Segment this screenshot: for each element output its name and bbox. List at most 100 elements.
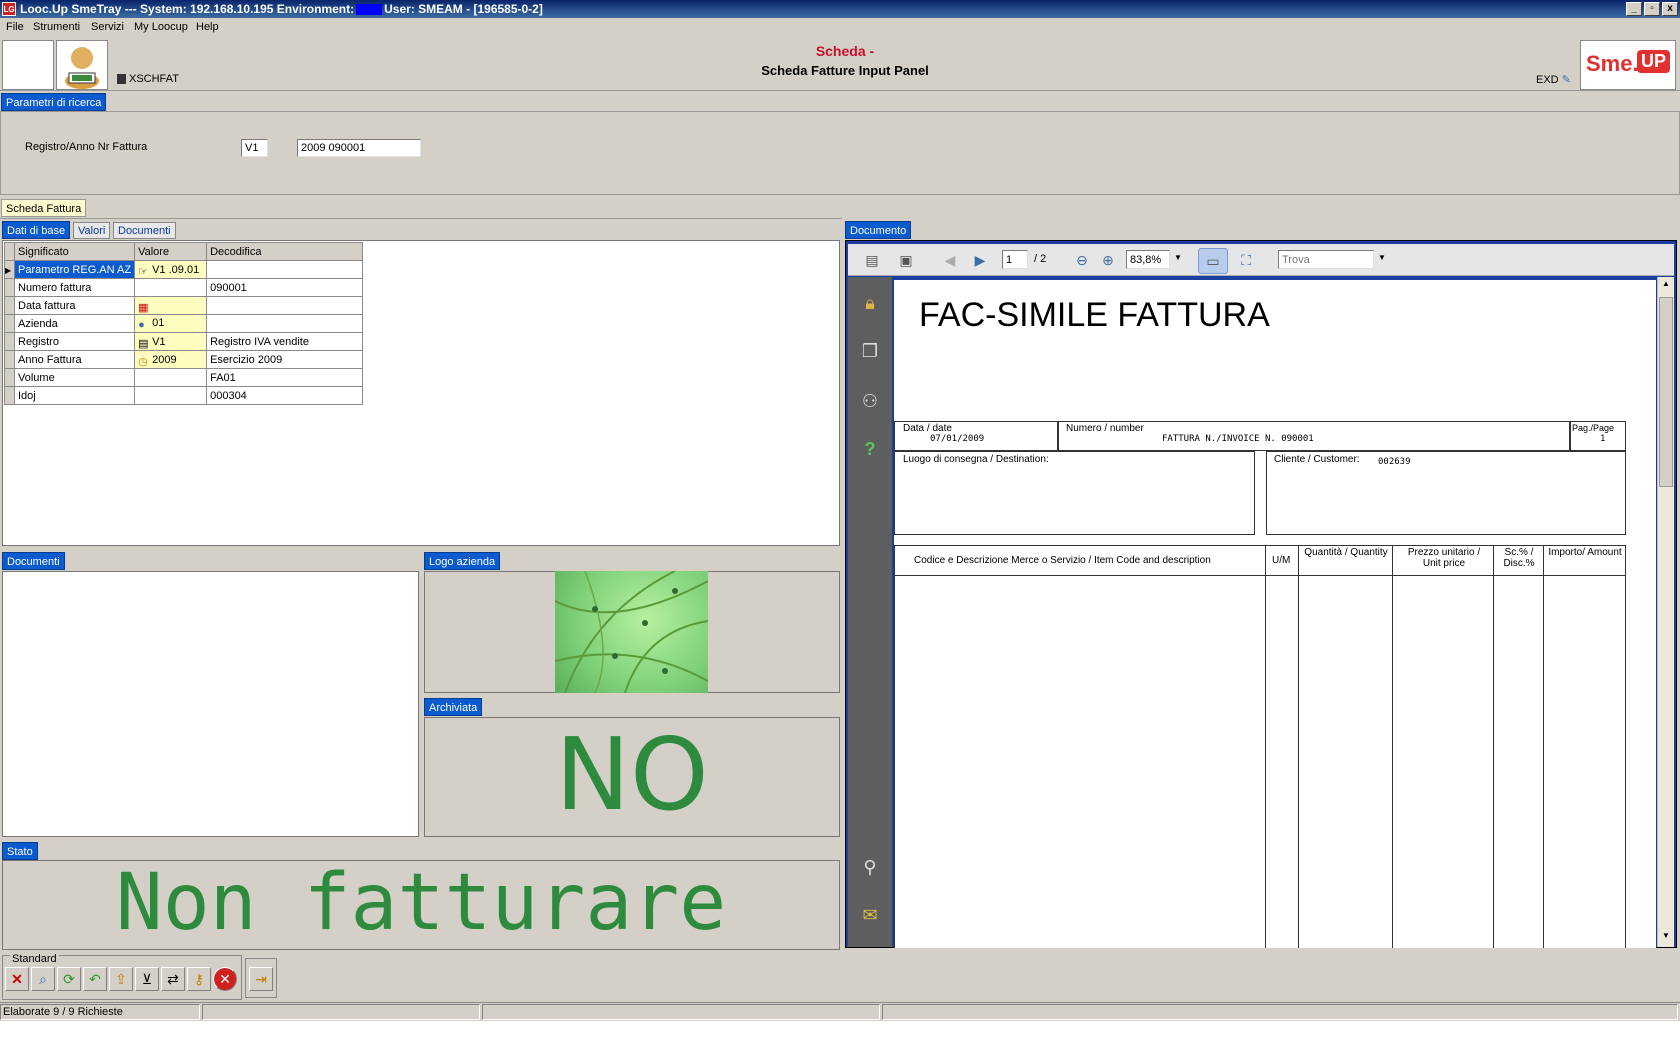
cell-valore[interactable]: ☞ V1 .09.01: [134, 260, 208, 279]
zoom-in-icon[interactable]: ⊕: [1098, 250, 1118, 270]
cell-decodifica[interactable]: [206, 260, 364, 279]
fit-page-icon[interactable]: ⛶: [1236, 250, 1256, 270]
menu-file[interactable]: File: [6, 21, 24, 33]
col-um: U/M: [1272, 555, 1291, 566]
row-selector[interactable]: [4, 386, 15, 405]
transfer-icon[interactable]: ⇄: [161, 967, 185, 991]
viewer-scrollbar[interactable]: ▲ ▼: [1657, 277, 1674, 947]
row-selector[interactable]: [4, 314, 15, 333]
cell-valore[interactable]: ● 01: [134, 314, 208, 333]
maximize-button[interactable]: ▫: [1644, 2, 1660, 16]
scroll-thumb[interactable]: [1659, 297, 1673, 487]
row-selector[interactable]: [4, 278, 15, 297]
date-value: 07/01/2009: [930, 434, 985, 444]
exd-icon[interactable]: ✎: [1562, 74, 1571, 86]
zoom-dropdown-icon[interactable]: ▼: [1174, 253, 1182, 262]
exit-icon[interactable]: ⇥: [249, 967, 273, 991]
subtab-documenti[interactable]: Documenti: [113, 222, 176, 239]
cell-significato[interactable]: Azienda: [13, 314, 136, 333]
menu-servizi[interactable]: Servizi: [91, 21, 124, 33]
table-row[interactable]: Anno Fattura ◷ 2009 Esercizio 2009: [4, 350, 364, 369]
cell-significato[interactable]: Volume: [13, 368, 136, 387]
cell-significato[interactable]: Idoj: [13, 386, 136, 405]
zoom-input[interactable]: [1126, 250, 1170, 269]
table-row[interactable]: Volume FA01: [4, 368, 364, 387]
tab-documento[interactable]: Documento: [845, 221, 912, 239]
cell-significato[interactable]: Numero fattura: [13, 278, 136, 297]
table-row[interactable]: ▶ Parametro REG.AN AZ ☞ V1 .09.01: [4, 260, 364, 279]
cell-valore[interactable]: [134, 386, 208, 405]
cell-valore[interactable]: ◷ 2009: [134, 350, 208, 369]
tab-archiviata[interactable]: Archiviata: [424, 698, 483, 716]
cell-decodifica[interactable]: Registro IVA vendite: [206, 332, 364, 351]
cell-valore[interactable]: ▦: [134, 296, 208, 315]
cell-significato[interactable]: Anno Fattura: [13, 350, 136, 369]
row-selector[interactable]: [4, 368, 15, 387]
subtab-valori[interactable]: Valori: [73, 222, 111, 239]
cell-decodifica[interactable]: [206, 296, 364, 315]
print-icon[interactable]: ▤: [862, 250, 882, 270]
menu-strumenti[interactable]: Strumenti: [33, 21, 80, 33]
row-selector[interactable]: [4, 332, 15, 351]
comments-icon[interactable]: ✉: [858, 903, 882, 927]
save-icon[interactable]: ▣: [896, 250, 916, 270]
back-icon[interactable]: ↶: [83, 967, 107, 991]
pages-icon[interactable]: ❐: [858, 339, 882, 363]
row-selector[interactable]: [4, 350, 15, 369]
fit-width-icon[interactable]: ▭: [1198, 248, 1228, 274]
cell-significato[interactable]: Parametro REG.AN AZ: [13, 260, 136, 279]
cell-decodifica[interactable]: FA01: [206, 368, 364, 387]
cell-significato[interactable]: Data fattura: [13, 296, 136, 315]
menu-help[interactable]: Help: [196, 21, 219, 33]
search-icon[interactable]: ⌕: [31, 967, 55, 991]
registro-input[interactable]: [241, 139, 268, 157]
menu-my-loocup[interactable]: My Loocup: [134, 21, 188, 33]
lock-icon[interactable]: 🔒︎: [858, 291, 882, 315]
cancel-x-icon[interactable]: ✕: [5, 967, 29, 991]
prev-page-icon[interactable]: ◀: [940, 250, 960, 270]
table-row[interactable]: Azienda ● 01: [4, 314, 364, 333]
cell-valore[interactable]: [134, 278, 208, 297]
attachment-icon[interactable]: ⚲: [858, 855, 882, 879]
scroll-down-icon[interactable]: ▼: [1659, 931, 1673, 945]
table-row[interactable]: Data fattura ▦: [4, 296, 364, 315]
cell-decodifica[interactable]: 090001: [206, 278, 364, 297]
zoom-out-icon[interactable]: ⊖: [1072, 250, 1092, 270]
cell-decodifica[interactable]: Esercizio 2009: [206, 350, 364, 369]
refresh-icon[interactable]: ⟳: [57, 967, 81, 991]
cell-valore[interactable]: [134, 368, 208, 387]
grid-header-decodifica[interactable]: Decodifica: [206, 242, 364, 261]
subtab-dati-di-base[interactable]: Dati di base: [2, 221, 71, 239]
next-page-icon[interactable]: ▶: [970, 250, 990, 270]
anno-nr-input[interactable]: [297, 139, 421, 157]
cell-significato[interactable]: Registro: [13, 332, 136, 351]
help-icon[interactable]: ?: [858, 437, 882, 461]
find-input[interactable]: [1278, 250, 1374, 269]
scroll-up-icon[interactable]: ▲: [1659, 279, 1673, 293]
page-number-input[interactable]: [1002, 250, 1028, 269]
row-selector[interactable]: [4, 296, 15, 315]
documents-list[interactable]: [2, 571, 419, 837]
close-button[interactable]: x: [1662, 2, 1678, 16]
cell-decodifica[interactable]: [206, 314, 364, 333]
binoculars-icon[interactable]: ⚇: [858, 389, 882, 413]
key-icon[interactable]: ⚷: [187, 967, 211, 991]
row-selector[interactable]: ▶: [4, 260, 15, 279]
find-dropdown-icon[interactable]: ▼: [1378, 253, 1386, 262]
grid-header-valore[interactable]: Valore: [134, 242, 208, 261]
tab-scheda-fattura[interactable]: Scheda Fattura: [1, 199, 87, 217]
table-row[interactable]: Idoj 000304: [4, 386, 364, 405]
cell-valore[interactable]: ▤ V1: [134, 332, 208, 351]
grid-header-significato[interactable]: Significato: [13, 242, 136, 261]
cell-decodifica[interactable]: 000304: [206, 386, 364, 405]
table-row[interactable]: Registro ▤ V1 Registro IVA vendite: [4, 332, 364, 351]
minimize-button[interactable]: _: [1626, 2, 1642, 16]
table-row[interactable]: Numero fattura 090001: [4, 278, 364, 297]
export-icon[interactable]: ⇪: [109, 967, 133, 991]
cart-icon[interactable]: ⊻: [135, 967, 159, 991]
user-avatar[interactable]: [56, 40, 108, 90]
tab-documenti-panel[interactable]: Documenti: [2, 552, 65, 570]
tab-logo-azienda[interactable]: Logo azienda: [424, 552, 501, 570]
tab-parametri-di-ricerca[interactable]: Parametri di ricerca: [1, 93, 107, 111]
stop-icon[interactable]: ✕: [213, 967, 237, 991]
